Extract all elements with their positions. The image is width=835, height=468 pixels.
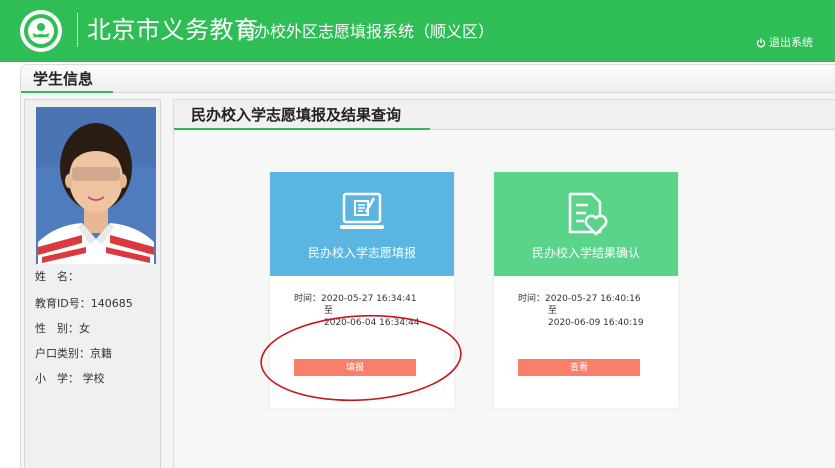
result-time-start: 时间：2020-05-27 16:40:16 (518, 294, 641, 304)
student-photo (36, 107, 156, 264)
apply-time-end: 2020-06-04 16:34:44 (324, 318, 420, 328)
student-id-row: 教育ID号：140685 (35, 297, 133, 311)
apply-button[interactable]: 填报 (294, 359, 416, 376)
app-header: 北京市义务教育 民办校外区志愿填报系统（顺义区） 退出系统 (0, 0, 835, 62)
student-panel: 姓 名： 教育ID号：140685 性 别：女 户口类别：京籍 小 学： 学校 (24, 99, 161, 468)
result-card-banner: 民办校入学结果确认 (494, 172, 678, 276)
result-time-end: 2020-06-09 16:40:19 (548, 318, 644, 328)
student-gender-row: 性 别：女 (35, 322, 90, 336)
field-value: ： (68, 270, 79, 283)
logo-icon (20, 10, 62, 52)
content-title-underline (174, 128, 430, 130)
apply-time-start: 时间：2020-05-27 16:34:41 (294, 294, 417, 304)
logout-button[interactable]: 退出系统 (756, 36, 813, 50)
logout-label: 退出系统 (769, 36, 813, 49)
title-underline (21, 91, 113, 93)
system-subtitle: 民办校外区志愿填报系统（顺义区） (238, 22, 495, 41)
field-label: 小 学 (35, 372, 68, 385)
result-time-sep: 至 (548, 306, 558, 316)
system-title: 北京市义务教育 (87, 16, 259, 44)
apply-card-label: 民办校入学志愿填报 (307, 246, 416, 260)
view-button[interactable]: 查看 (518, 359, 640, 376)
header-divider (77, 13, 78, 47)
field-value: ：女 (68, 322, 90, 335)
apply-card-banner: 民办校入学志愿填报 (270, 172, 454, 276)
power-icon (756, 38, 766, 48)
student-name-row: 姓 名： (35, 270, 79, 284)
field-label: 教育ID号 (35, 297, 80, 310)
content-header: 民办校入学志愿填报及结果查询 (174, 100, 835, 130)
field-label: 姓 名 (35, 270, 68, 283)
content-title: 民办校入学志愿填报及结果查询 (191, 106, 402, 124)
result-card: 民办校入学结果确认 时间：2020-05-27 16:40:16 至 2020-… (494, 172, 678, 408)
student-school-row: 小 学： 学校 (35, 372, 105, 386)
main-container: 学生信息 姓 名： 教育ID号：140685 性 别：女 户口类别：京籍 小 学… (20, 64, 835, 468)
apply-time-sep: 至 (324, 306, 334, 316)
field-value: ：京籍 (79, 347, 112, 360)
student-info-header: 学生信息 (21, 65, 835, 93)
field-value: ： 学校 (68, 372, 105, 385)
apply-card: 民办校入学志愿填报 时间：2020-05-27 16:34:41 至 2020-… (270, 172, 454, 408)
field-label: 户口类别 (35, 347, 79, 360)
field-value: ：140685 (79, 297, 133, 310)
field-label: 性 别 (35, 322, 68, 335)
laptop-edit-icon (340, 192, 384, 229)
student-hukou-row: 户口类别：京籍 (35, 347, 112, 361)
student-info-title: 学生信息 (33, 70, 94, 88)
document-heart-icon (568, 192, 608, 236)
content-panel: 民办校入学志愿填报及结果查询 民办校入学志愿填报 时间：2020-05-27 1… (173, 99, 835, 468)
result-card-label: 民办校入学结果确认 (531, 246, 640, 260)
